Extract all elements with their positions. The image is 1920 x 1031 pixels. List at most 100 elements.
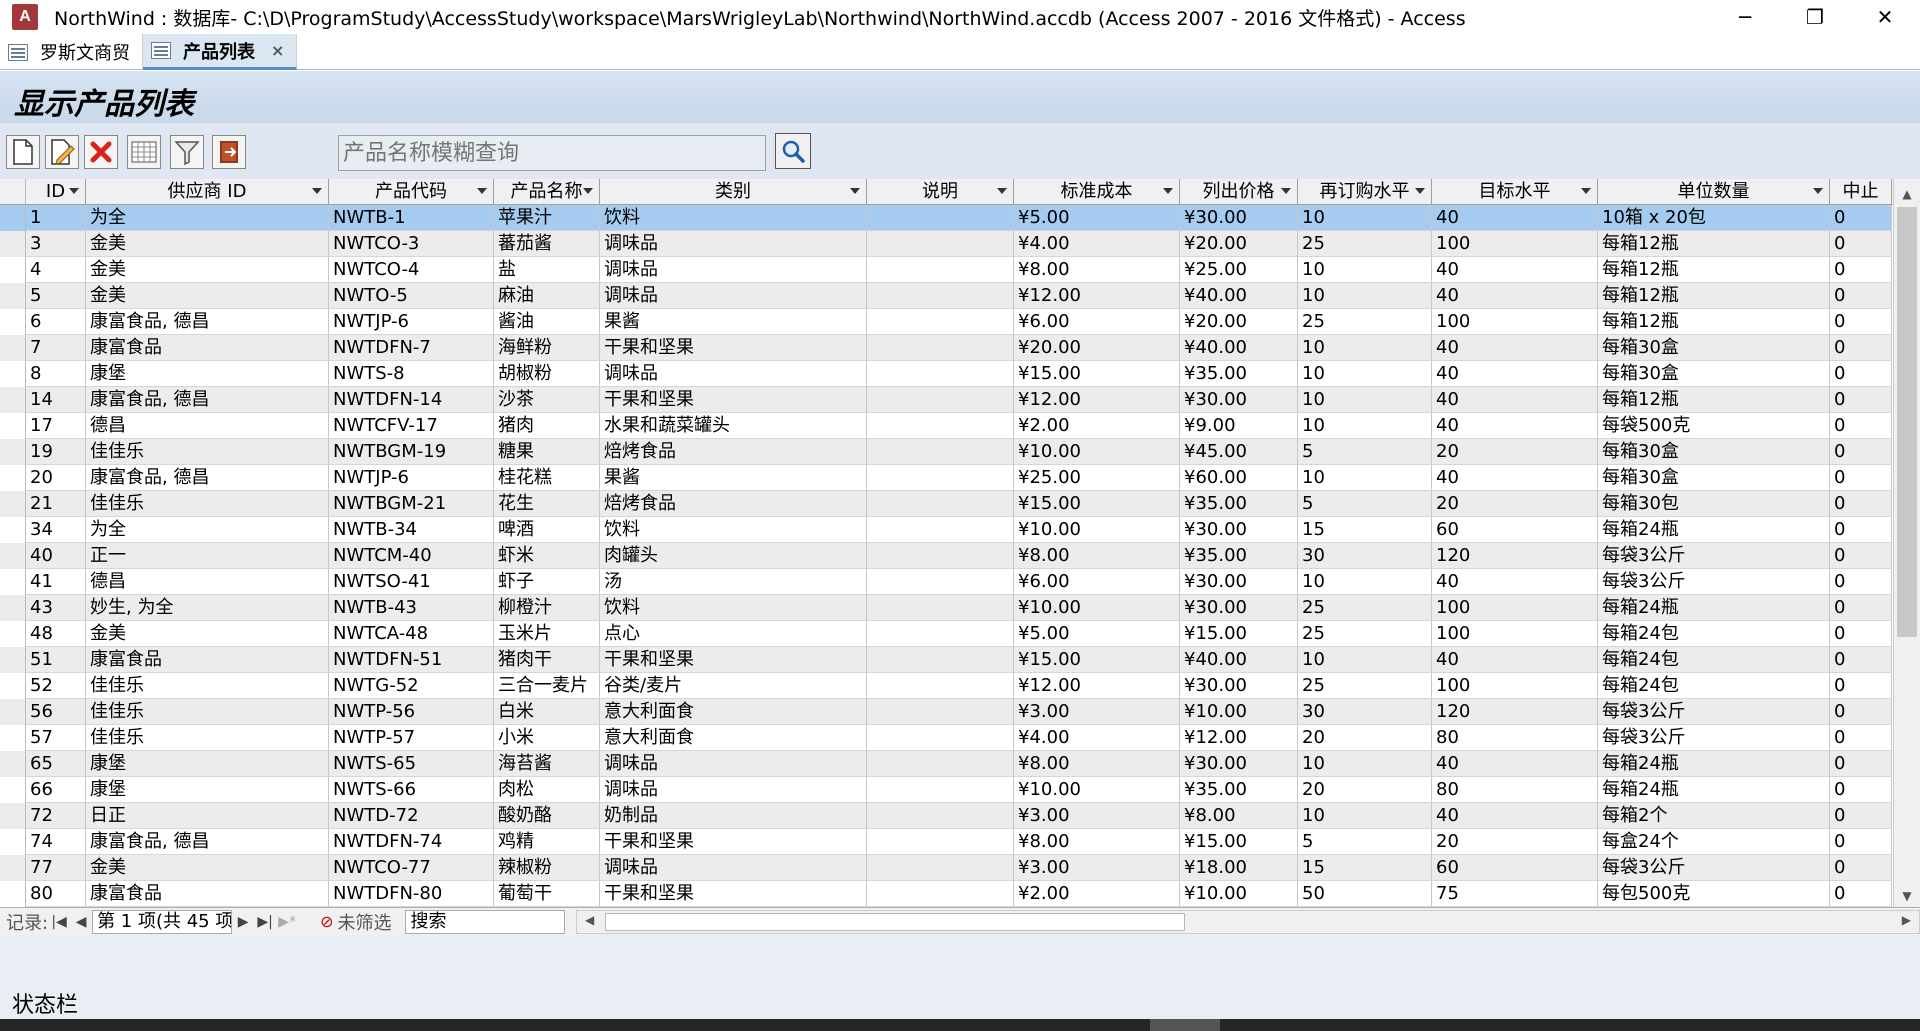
- table-cell[interactable]: 0: [1830, 647, 1892, 673]
- table-cell[interactable]: NWTB-43: [329, 595, 494, 621]
- table-cell[interactable]: 康堡: [86, 361, 329, 387]
- table-cell[interactable]: 15: [1298, 855, 1432, 881]
- column-header-10[interactable]: 单位数量: [1598, 179, 1830, 205]
- table-cell[interactable]: ¥8.00: [1014, 257, 1180, 283]
- table-cell[interactable]: 桂花糕: [494, 465, 600, 491]
- table-cell[interactable]: 肉罐头: [600, 543, 867, 569]
- table-cell[interactable]: 10: [1298, 751, 1432, 777]
- row-selector[interactable]: [0, 543, 26, 569]
- horizontal-scroll-thumb[interactable]: [605, 913, 1185, 931]
- table-cell[interactable]: 57: [26, 725, 86, 751]
- table-cell[interactable]: 正一: [86, 543, 329, 569]
- table-cell[interactable]: [867, 439, 1014, 465]
- table-cell[interactable]: 猪肉: [494, 413, 600, 439]
- table-cell[interactable]: 每袋3公斤: [1598, 543, 1830, 569]
- table-cell[interactable]: 40: [26, 543, 86, 569]
- table-cell[interactable]: [867, 673, 1014, 699]
- table-row[interactable]: 56 佳佳乐 NWTP-56 白米 意大利面食 ¥3.00 ¥10.00 30 120 每袋3公斤…: [0, 699, 1892, 725]
- table-cell[interactable]: NWTS-65: [329, 751, 494, 777]
- table-cell[interactable]: 10: [1298, 205, 1432, 231]
- table-cell[interactable]: NWTB-34: [329, 517, 494, 543]
- table-cell[interactable]: ¥12.00: [1180, 725, 1298, 751]
- next-record-icon[interactable]: ▶: [232, 914, 254, 930]
- exit-form-button[interactable]: [212, 135, 246, 169]
- table-cell[interactable]: [867, 309, 1014, 335]
- row-selector[interactable]: [0, 309, 26, 335]
- table-cell[interactable]: 5: [1298, 491, 1432, 517]
- table-cell[interactable]: 焙烤食品: [600, 439, 867, 465]
- table-cell[interactable]: NWTCO-77: [329, 855, 494, 881]
- table-row[interactable]: 1 为全 NWTB-1 苹果汁 饮料 ¥5.00 ¥30.00 10 40 10箱 x 20包 0: [0, 205, 1892, 231]
- table-cell[interactable]: 盐: [494, 257, 600, 283]
- table-cell[interactable]: 77: [26, 855, 86, 881]
- previous-record-icon[interactable]: ◀: [70, 914, 92, 930]
- row-selector[interactable]: [0, 725, 26, 751]
- table-cell[interactable]: 40: [1432, 257, 1598, 283]
- table-cell[interactable]: 40: [1432, 569, 1598, 595]
- table-cell[interactable]: 4: [26, 257, 86, 283]
- table-cell[interactable]: NWTBGM-19: [329, 439, 494, 465]
- table-cell[interactable]: NWTP-57: [329, 725, 494, 751]
- row-selector[interactable]: [0, 777, 26, 803]
- table-row[interactable]: 4 金美 NWTCO-4 盐调味品 ¥8.00 ¥25.00 10 40 每箱12瓶 0: [0, 257, 1892, 283]
- table-cell[interactable]: NWTCO-3: [329, 231, 494, 257]
- table-cell[interactable]: 0: [1830, 751, 1892, 777]
- sort-dropdown-icon[interactable]: [477, 188, 487, 194]
- table-cell[interactable]: NWTDFN-14: [329, 387, 494, 413]
- table-cell[interactable]: [867, 829, 1014, 855]
- table-row[interactable]: 43 妙生, 为全 NWTB-43 柳橙汁 饮料 ¥10.00 ¥30.00 25 100 每箱2…: [0, 595, 1892, 621]
- table-cell[interactable]: 德昌: [86, 569, 329, 595]
- table-row[interactable]: 74 康富食品, 德昌 NWTDFN-74 鸡精 干果和坚果 ¥8.00 ¥15.00 5 20…: [0, 829, 1892, 855]
- table-cell[interactable]: 玉米片: [494, 621, 600, 647]
- table-cell[interactable]: 10: [1298, 257, 1432, 283]
- table-cell[interactable]: ¥30.00: [1180, 595, 1298, 621]
- sort-dropdown-icon[interactable]: [1281, 188, 1291, 194]
- table-cell[interactable]: 0: [1830, 777, 1892, 803]
- datasheet-view-button[interactable]: [127, 135, 161, 169]
- table-cell[interactable]: NWTCO-4: [329, 257, 494, 283]
- table-row[interactable]: 34 为全 NWTB-34 啤酒 饮料 ¥10.00 ¥30.00 15 60 每箱24瓶 0: [0, 517, 1892, 543]
- table-cell[interactable]: 19: [26, 439, 86, 465]
- table-cell[interactable]: ¥25.00: [1014, 465, 1180, 491]
- table-cell[interactable]: 41: [26, 569, 86, 595]
- table-cell[interactable]: 51: [26, 647, 86, 673]
- table-cell[interactable]: [867, 855, 1014, 881]
- table-cell[interactable]: 120: [1432, 699, 1598, 725]
- table-cell[interactable]: 6: [26, 309, 86, 335]
- table-cell[interactable]: 0: [1830, 673, 1892, 699]
- table-cell[interactable]: 调味品: [600, 283, 867, 309]
- table-cell[interactable]: 水果和蔬菜罐头: [600, 413, 867, 439]
- table-cell[interactable]: 每箱30包: [1598, 491, 1830, 517]
- table-cell[interactable]: 5: [26, 283, 86, 309]
- table-cell[interactable]: 40: [1432, 283, 1598, 309]
- table-cell[interactable]: 每箱24包: [1598, 621, 1830, 647]
- table-cell[interactable]: 40: [1432, 387, 1598, 413]
- table-cell[interactable]: 每箱12瓶: [1598, 257, 1830, 283]
- table-cell[interactable]: ¥30.00: [1180, 569, 1298, 595]
- table-cell[interactable]: 1: [26, 205, 86, 231]
- table-row[interactable]: 20 康富食品, 德昌 NWTJP-6 桂花糕 果酱 ¥25.00 ¥60.00 10 40 每箱…: [0, 465, 1892, 491]
- table-cell[interactable]: 30: [1298, 699, 1432, 725]
- table-cell[interactable]: 麻油: [494, 283, 600, 309]
- table-cell[interactable]: ¥5.00: [1014, 205, 1180, 231]
- new-record-button[interactable]: [6, 135, 40, 169]
- table-cell[interactable]: ¥30.00: [1180, 517, 1298, 543]
- table-cell[interactable]: 奶制品: [600, 803, 867, 829]
- table-cell[interactable]: 酱油: [494, 309, 600, 335]
- table-cell[interactable]: 0: [1830, 803, 1892, 829]
- table-cell[interactable]: ¥12.00: [1014, 673, 1180, 699]
- first-record-icon[interactable]: |◀: [48, 914, 70, 930]
- table-cell[interactable]: ¥40.00: [1180, 335, 1298, 361]
- table-cell[interactable]: 0: [1830, 231, 1892, 257]
- filter-button[interactable]: [170, 135, 204, 169]
- table-row[interactable]: 48 金美 NWTCA-48 玉米片 点心 ¥5.00 ¥15.00 25 100 每箱24包 0: [0, 621, 1892, 647]
- table-cell[interactable]: 10: [1298, 803, 1432, 829]
- sort-dropdown-icon[interactable]: [1581, 188, 1591, 194]
- table-cell[interactable]: 糖果: [494, 439, 600, 465]
- column-header-5[interactable]: 说明: [867, 179, 1014, 205]
- table-cell[interactable]: 葡萄干: [494, 881, 600, 907]
- table-cell[interactable]: 5: [1298, 439, 1432, 465]
- table-cell[interactable]: 34: [26, 517, 86, 543]
- table-cell[interactable]: 20: [1432, 829, 1598, 855]
- horizontal-scrollbar[interactable]: ◀ ▶: [576, 910, 1920, 934]
